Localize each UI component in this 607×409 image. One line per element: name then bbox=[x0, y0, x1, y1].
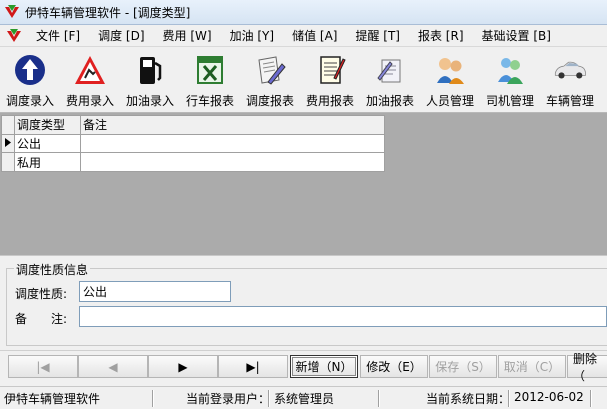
car-icon bbox=[554, 61, 586, 79]
action-bar: |◀ ◀ ▶ ▶| 新增（N） 修改（E） 保存（S） 取消（C） 删除（ bbox=[0, 350, 607, 386]
dispatch-nature-input[interactable] bbox=[79, 281, 231, 302]
status-user-value: 系统管理员 bbox=[274, 392, 335, 406]
status-divider bbox=[508, 390, 510, 407]
excel-icon bbox=[197, 56, 223, 84]
cell-type[interactable]: 公出 bbox=[14, 133, 81, 154]
people-icon bbox=[437, 58, 464, 84]
dispatch-entry-button[interactable]: 调度录入 bbox=[0, 47, 60, 111]
table-row[interactable]: 公出 bbox=[1, 133, 385, 154]
vehicle-management-button[interactable]: 车辆管理 bbox=[540, 47, 600, 111]
driver-management-button[interactable]: 司机管理 bbox=[480, 47, 540, 111]
status-bar: 伊特车辆管理软件 当前登录用户： 系统管理员 当前系统日期： 2012-06-0… bbox=[0, 386, 607, 409]
group-title: 调度性质信息 bbox=[14, 261, 91, 278]
grid-area: 调度类型 备注 公出 私用 bbox=[0, 113, 607, 255]
dispatch-report-label: 调度报表 bbox=[245, 94, 294, 108]
driver-management-label: 司机管理 bbox=[485, 94, 534, 108]
row-selector[interactable] bbox=[1, 152, 15, 172]
column-header-note[interactable]: 备注 bbox=[80, 115, 385, 135]
dispatch-entry-label: 调度录入 bbox=[5, 94, 54, 108]
status-app-name: 伊特车辆管理软件 bbox=[4, 392, 101, 406]
cancel-button[interactable]: 取消（C） bbox=[498, 355, 566, 378]
expense-entry-button[interactable]: 费用录入 bbox=[60, 47, 120, 111]
status-date-label: 当前系统日期： bbox=[426, 392, 511, 406]
staff-management-label: 人员管理 bbox=[425, 94, 474, 108]
menu-file[interactable]: 文件 [F] bbox=[28, 27, 90, 44]
trip-report-label: 行车报表 bbox=[185, 94, 234, 108]
status-user-label: 当前登录用户： bbox=[186, 392, 271, 406]
status-divider bbox=[590, 390, 592, 407]
next-record-button[interactable]: ▶ bbox=[148, 355, 218, 378]
menu-fuel[interactable]: 加油 [Y] bbox=[222, 27, 285, 44]
fuel-entry-button[interactable]: 加油录入 bbox=[120, 47, 180, 111]
status-date-value: 2012-06-02 bbox=[514, 390, 584, 404]
table-row[interactable]: 私用 bbox=[1, 152, 385, 172]
row-selector-current[interactable] bbox=[1, 133, 15, 154]
add-button[interactable]: 新增（N） bbox=[290, 355, 358, 378]
menu-stored-value[interactable]: 储值 [A] bbox=[284, 27, 347, 44]
expense-report-button[interactable]: 费用报表 bbox=[300, 47, 360, 111]
title-bar: 伊特车辆管理软件 - [调度类型] bbox=[0, 0, 607, 25]
note-label: 备 注: bbox=[15, 312, 68, 326]
trip-report-button[interactable]: 行车报表 bbox=[180, 47, 240, 111]
cell-type[interactable]: 私用 bbox=[14, 152, 81, 172]
menu-dispatch[interactable]: 调度 [D] bbox=[90, 27, 154, 44]
expense-report-label: 费用报表 bbox=[305, 94, 354, 108]
save-button[interactable]: 保存（S） bbox=[429, 355, 497, 378]
status-divider bbox=[152, 390, 154, 407]
dispatch-report-button[interactable]: 调度报表 bbox=[240, 47, 300, 111]
driver-icon bbox=[498, 58, 523, 84]
menu-expense[interactable]: 费用 [W] bbox=[155, 27, 222, 44]
first-record-button[interactable]: |◀ bbox=[8, 355, 78, 378]
expense-entry-label: 费用录入 bbox=[65, 94, 114, 108]
cell-note[interactable] bbox=[80, 133, 385, 154]
grid-corner bbox=[1, 115, 15, 135]
current-row-indicator-icon bbox=[5, 138, 11, 148]
up-arrow-icon bbox=[15, 55, 45, 85]
column-header-type[interactable]: 调度类型 bbox=[14, 115, 81, 135]
fuel-report-button[interactable]: 加油报表 bbox=[360, 47, 420, 111]
report-icon bbox=[377, 59, 401, 83]
detail-form: 调度性质信息 调度性质: 备 注: bbox=[0, 255, 607, 350]
fuel-report-label: 加油报表 bbox=[365, 94, 414, 108]
cell-note[interactable] bbox=[80, 152, 385, 172]
document-pen-icon bbox=[258, 56, 286, 85]
notepad-icon bbox=[320, 56, 346, 84]
last-record-button[interactable]: ▶| bbox=[218, 355, 288, 378]
dispatch-type-grid[interactable]: 调度类型 备注 公出 私用 bbox=[1, 115, 385, 172]
fuel-pump-icon bbox=[140, 57, 162, 84]
status-divider bbox=[378, 390, 380, 407]
menu-reports[interactable]: 报表 [R] bbox=[410, 27, 474, 44]
window-title: 伊特车辆管理软件 - [调度类型] bbox=[25, 5, 191, 20]
status-divider bbox=[268, 390, 270, 407]
road-work-icon bbox=[75, 56, 105, 84]
note-input[interactable] bbox=[79, 306, 607, 327]
menu-app-icon[interactable] bbox=[6, 28, 22, 44]
app-logo-icon bbox=[5, 5, 19, 18]
grid-header-row: 调度类型 备注 bbox=[1, 115, 385, 135]
menu-bar: 文件 [F] 调度 [D] 费用 [W] 加油 [Y] 储值 [A] 提醒 [T… bbox=[0, 25, 607, 47]
vehicle-management-label: 车辆管理 bbox=[545, 94, 594, 108]
fuel-entry-label: 加油录入 bbox=[125, 94, 174, 108]
toolbar: 调度录入 费用录入 加油录入 行车报表 调度报表 费用报表 加油报表 人员管理 … bbox=[0, 47, 607, 113]
delete-button[interactable]: 删除（ bbox=[567, 352, 607, 383]
menu-reminder[interactable]: 提醒 [T] bbox=[347, 27, 410, 44]
previous-record-button[interactable]: ◀ bbox=[78, 355, 148, 378]
staff-management-button[interactable]: 人员管理 bbox=[420, 47, 480, 111]
dispatch-nature-label: 调度性质: bbox=[15, 287, 68, 301]
edit-button[interactable]: 修改（E） bbox=[360, 355, 428, 378]
menu-basic-settings[interactable]: 基础设置 [B] bbox=[474, 27, 561, 44]
